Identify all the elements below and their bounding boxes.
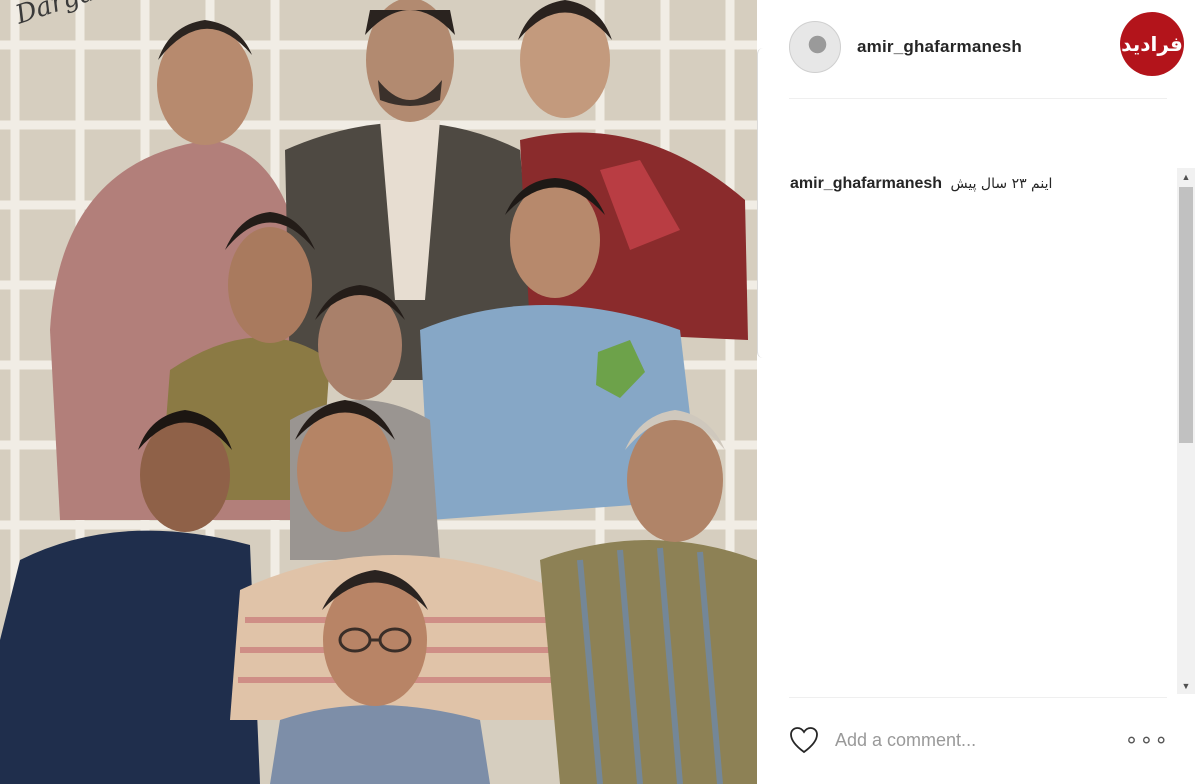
scrollbar-thumb[interactable] <box>1179 187 1193 443</box>
scroll-down-icon[interactable]: ▼ <box>1177 677 1195 694</box>
comment-bar: ∘∘∘ <box>789 712 1169 768</box>
panel-edge-divider <box>757 48 766 358</box>
group-photo-illustration <box>0 0 757 784</box>
header-divider <box>789 98 1167 99</box>
brand-logo-text: فرادید <box>1121 32 1183 56</box>
scroll-up-icon[interactable]: ▲ <box>1177 168 1195 185</box>
avatar[interactable] <box>789 21 841 73</box>
brand-logo: فرادید <box>1120 12 1184 76</box>
post-side-panel: amir_ghafarmanesh فرادید amir_ghafarmane… <box>757 0 1200 784</box>
caption-username[interactable]: amir_ghafarmanesh <box>790 175 942 192</box>
post-photo: Dargah <box>0 0 757 784</box>
post-header: amir_ghafarmanesh <box>789 20 1169 74</box>
caption-text: اینم ۲۳ سال پیش <box>950 176 1053 192</box>
heart-icon[interactable] <box>789 726 819 754</box>
post-caption: amir_ghafarmanesh اینم ۲۳ سال پیش <box>790 175 1170 193</box>
comments-scrollbar[interactable]: ▲ ▼ <box>1177 168 1195 694</box>
post-username[interactable]: amir_ghafarmanesh <box>857 37 1022 57</box>
more-options-icon[interactable]: ∘∘∘ <box>1125 727 1169 753</box>
comment-input[interactable] <box>833 728 1097 752</box>
comment-divider <box>789 697 1167 698</box>
